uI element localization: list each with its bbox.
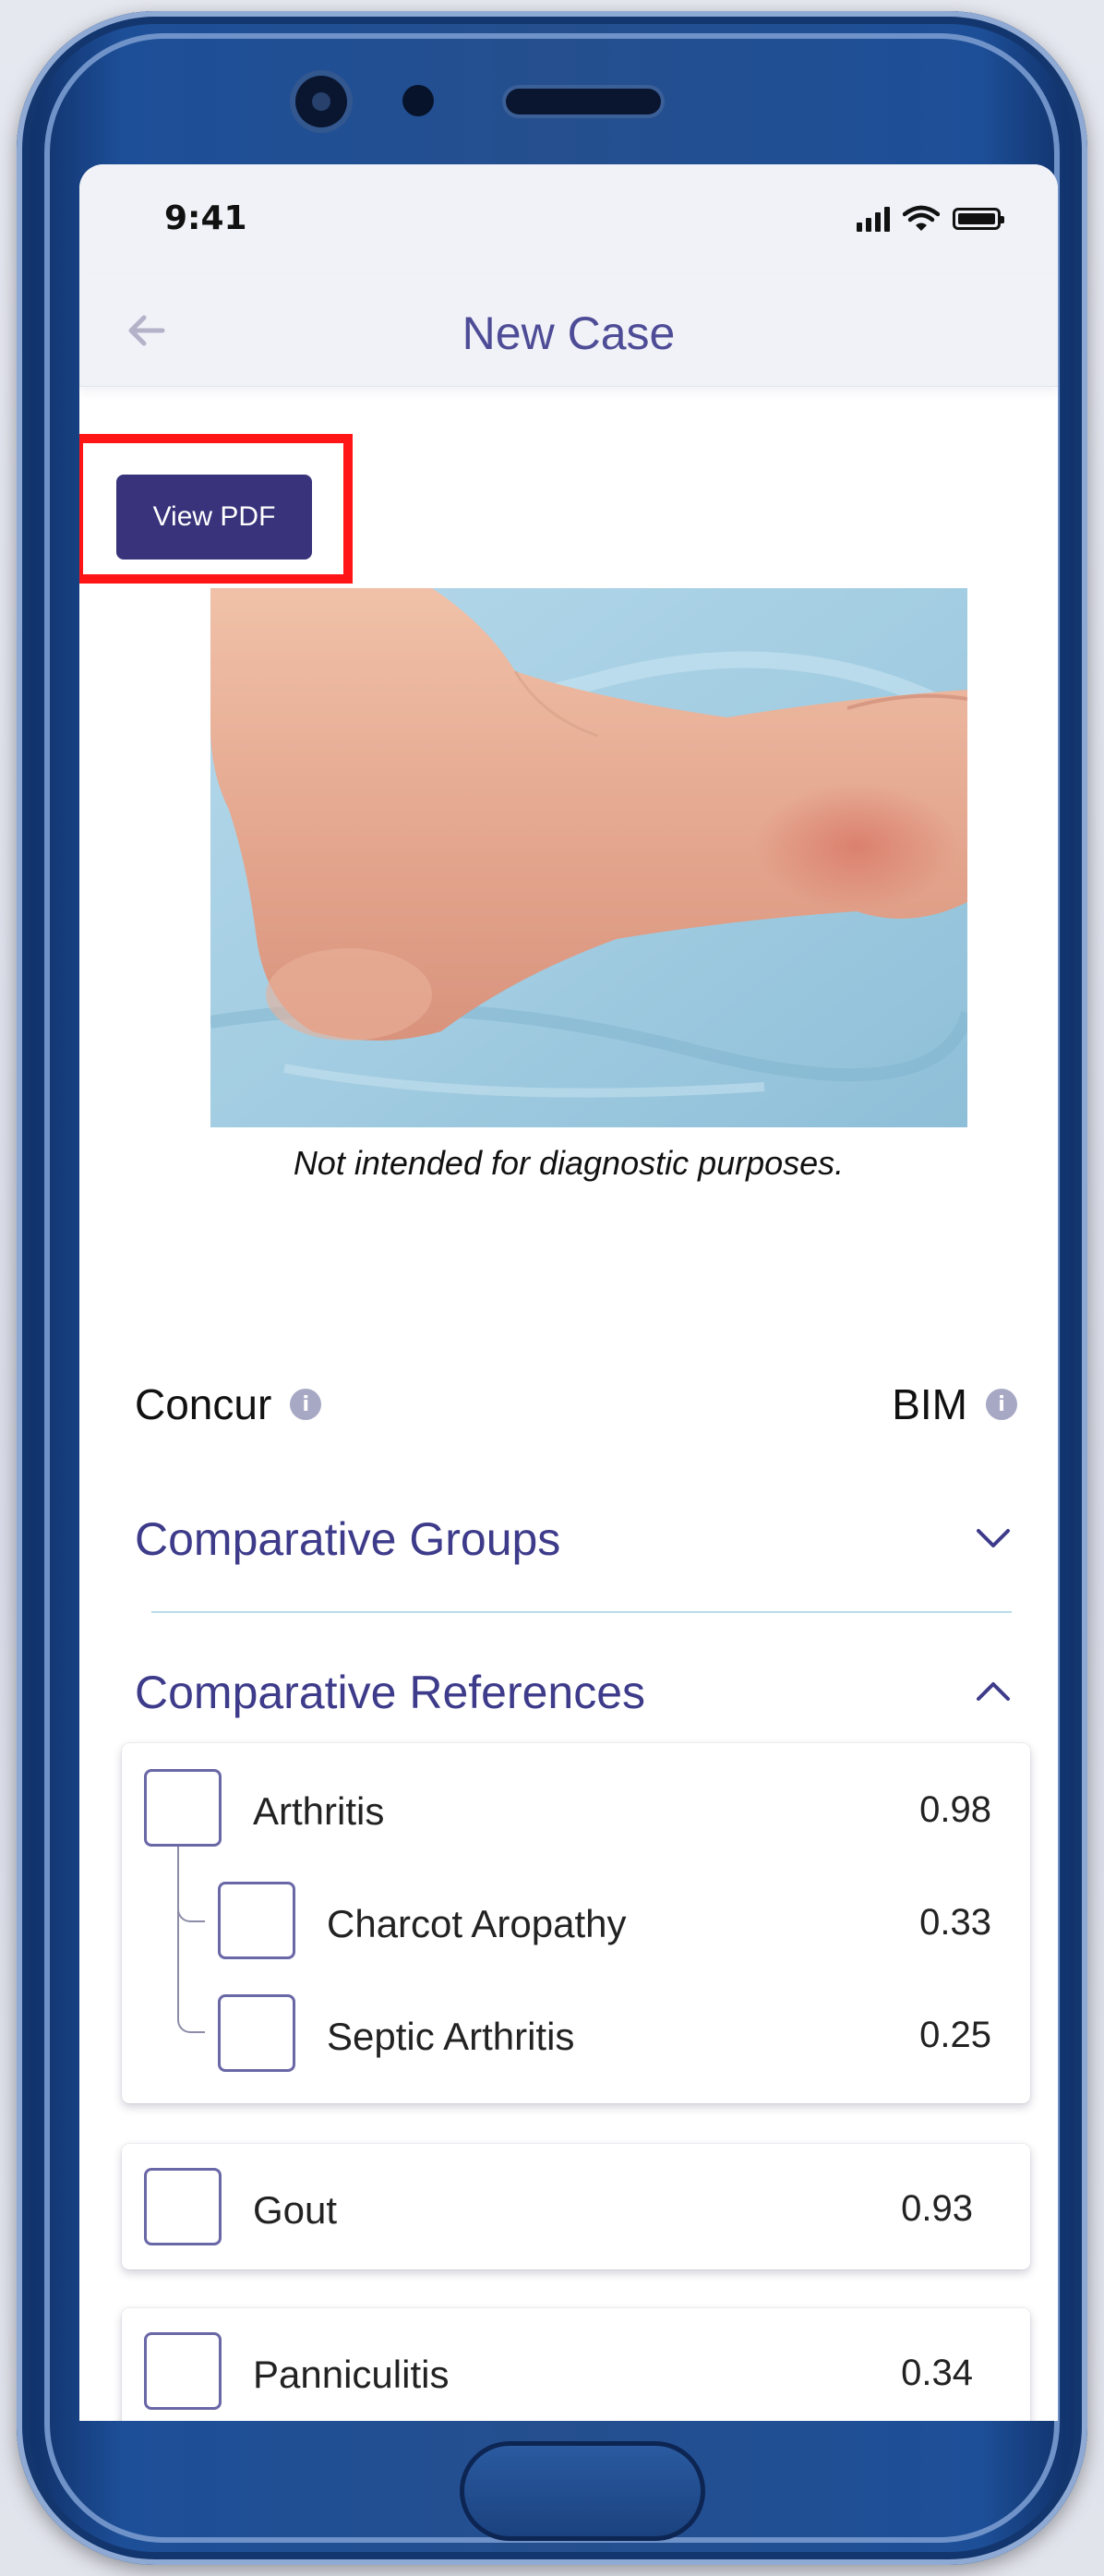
home-button[interactable]: [460, 2441, 705, 2541]
checkbox[interactable]: [144, 1769, 222, 1847]
bim-header: BIM i: [892, 1379, 1017, 1429]
reference-score: 0.25: [919, 2015, 991, 2055]
nav-bar: New Case: [79, 275, 1058, 387]
info-icon[interactable]: i: [290, 1389, 322, 1420]
concur-label: Concur: [135, 1380, 272, 1428]
chevron-down-icon[interactable]: [969, 1514, 1017, 1562]
checkbox[interactable]: [144, 2332, 222, 2410]
reference-label: Arthritis: [253, 1789, 385, 1833]
view-pdf-button[interactable]: View PDF: [116, 475, 312, 560]
comparative-references-title[interactable]: Comparative References: [135, 1666, 645, 1719]
signal-icon: [857, 206, 890, 232]
reference-card-panniculitis: Panniculitis 0.34: [122, 2308, 1030, 2421]
column-header-row: Concur i BIM i: [135, 1379, 1017, 1444]
reference-score: 0.98: [919, 1789, 991, 1830]
wifi-icon: [903, 205, 940, 231]
reference-score: 0.33: [919, 1902, 991, 1943]
reference-card-gout: Gout 0.93: [122, 2144, 1030, 2269]
comparative-groups-title[interactable]: Comparative Groups: [135, 1512, 560, 1566]
status-bar: 9:41: [79, 164, 1058, 275]
status-icons: [857, 205, 1004, 233]
case-photo: [210, 588, 967, 1127]
bim-label: BIM: [892, 1380, 967, 1428]
reference-score: 0.93: [901, 2188, 973, 2229]
reference-label: Septic Arthritis: [327, 2015, 575, 2058]
reference-score: 0.34: [901, 2353, 973, 2393]
reference-label: Panniculitis: [253, 2353, 450, 2396]
disclaimer-text: Not intended for diagnostic purposes.: [293, 1144, 845, 1182]
checkbox[interactable]: [144, 2168, 222, 2245]
checkbox[interactable]: [218, 1882, 295, 1959]
list-item[interactable]: Panniculitis 0.34: [122, 2325, 1030, 2417]
checkbox[interactable]: [218, 1994, 295, 2072]
front-camera: [295, 76, 347, 127]
battery-icon: [953, 208, 1004, 230]
chevron-up-icon[interactable]: [969, 1667, 1017, 1715]
status-time: 9:41: [164, 199, 247, 237]
foot-illustration: [210, 588, 967, 1127]
info-icon[interactable]: i: [986, 1389, 1017, 1420]
list-item[interactable]: Gout 0.93: [122, 2161, 1030, 2253]
proximity-sensor: [402, 85, 434, 116]
list-item[interactable]: Septic Arthritis 0.25: [122, 1987, 1030, 2079]
reference-label: Gout: [253, 2188, 338, 2232]
reference-label: Charcot Aropathy: [327, 1902, 627, 1945]
reference-card-arthritis: Arthritis 0.98 Charcot Aropathy 0.33 Sep…: [122, 1743, 1030, 2103]
page-title: New Case: [462, 307, 676, 359]
list-item[interactable]: Charcot Aropathy 0.33: [122, 1874, 1030, 1967]
phone-frame: 9:41 New Case View PDF Not intended for …: [17, 11, 1087, 2565]
list-item[interactable]: Arthritis 0.98: [122, 1762, 1030, 1854]
concur-header: Concur i: [135, 1379, 322, 1429]
section-divider: [151, 1611, 1012, 1613]
phone-screen: 9:41 New Case View PDF Not intended for …: [79, 164, 1058, 2421]
earpiece-speaker: [506, 89, 661, 114]
